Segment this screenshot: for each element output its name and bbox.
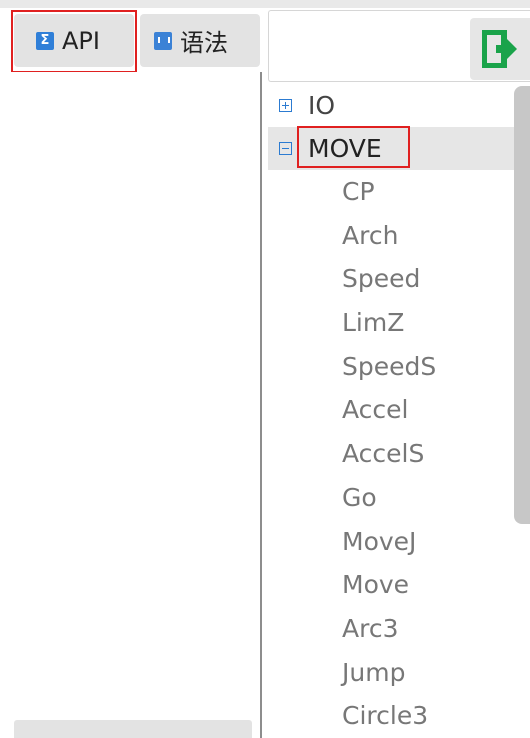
left-panel-scrollbar[interactable] [14,720,252,738]
sigma-icon: Σ [36,31,54,50]
list-item[interactable]: AccelS [342,432,436,476]
list-item[interactable]: CP [342,170,436,214]
api-tree: IO MOVE CP Arch Speed LimZ SpeedS Accel … [268,84,530,738]
list-item[interactable]: Jump [342,651,436,695]
tab-grammar-label: 语法 [180,29,228,57]
exit-icon [482,30,517,68]
tree-scrollbar[interactable] [514,86,530,524]
list-item[interactable]: Go [342,476,436,520]
list-item[interactable]: Arc3 [342,607,436,651]
tree-node-io-label: IO [308,91,336,120]
list-item[interactable]: Move [342,563,436,607]
list-item[interactable]: MoveJ [342,520,436,564]
plus-box-icon[interactable] [279,99,292,112]
exit-button[interactable] [470,18,530,80]
left-panel [0,72,262,738]
list-item[interactable]: Circle3 [342,694,436,738]
list-item[interactable]: Speed [342,257,436,301]
list-item[interactable]: SpeedS [342,345,436,389]
tree-node-io[interactable]: IO [268,84,518,127]
tab-grammar[interactable]: 语法 [140,14,260,67]
move-node-highlight [297,126,410,168]
tab-api-label: API [62,26,100,55]
tab-api[interactable]: Σ API [14,14,134,67]
move-children: CP Arch Speed LimZ SpeedS Accel AccelS G… [342,170,436,738]
top-strip [0,0,530,8]
list-item[interactable]: Arch [342,214,436,258]
minus-box-icon[interactable] [279,142,292,155]
code-book-icon [154,31,172,50]
list-item[interactable]: Accel [342,388,436,432]
list-item[interactable]: LimZ [342,301,436,345]
